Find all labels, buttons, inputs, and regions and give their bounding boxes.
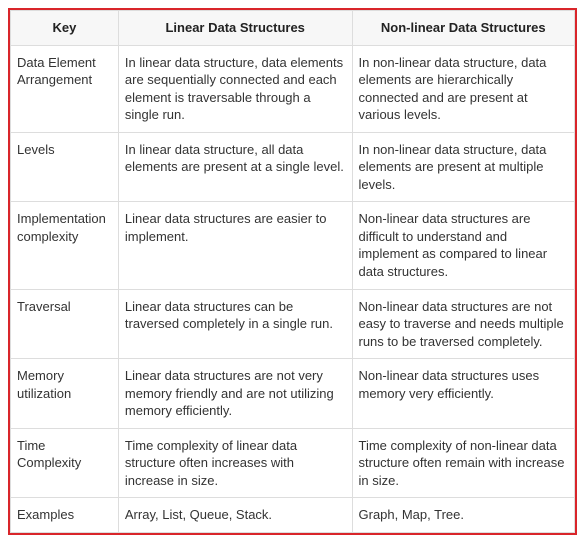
cell-linear: In linear data structure, all data eleme… [118,132,352,202]
table-row: Implementation complexity Linear data st… [11,202,575,289]
table-row: Traversal Linear data structures can be … [11,289,575,359]
cell-nonlinear: Non-linear data structures are not easy … [352,289,575,359]
cell-nonlinear: Non-linear data structures are difficult… [352,202,575,289]
table-row: Examples Array, List, Queue, Stack. Grap… [11,498,575,533]
table-header-row: Key Linear Data Structures Non-linear Da… [11,11,575,46]
cell-nonlinear: In non-linear data structure, data eleme… [352,132,575,202]
cell-nonlinear: In non-linear data structure, data eleme… [352,45,575,132]
cell-key: Time Complexity [11,428,119,498]
cell-key: Memory utilization [11,359,119,429]
table-row: Levels In linear data structure, all dat… [11,132,575,202]
cell-key: Traversal [11,289,119,359]
comparison-table-container: Key Linear Data Structures Non-linear Da… [8,8,577,535]
table-row: Time Complexity Time complexity of linea… [11,428,575,498]
table-row: Data Element Arrangement In linear data … [11,45,575,132]
cell-nonlinear: Non-linear data structures uses memory v… [352,359,575,429]
cell-linear: Array, List, Queue, Stack. [118,498,352,533]
cell-key: Examples [11,498,119,533]
cell-key: Implementation complexity [11,202,119,289]
cell-linear: Linear data structures can be traversed … [118,289,352,359]
header-nonlinear: Non-linear Data Structures [352,11,575,46]
cell-linear: Linear data structures are not very memo… [118,359,352,429]
header-linear: Linear Data Structures [118,11,352,46]
cell-nonlinear: Graph, Map, Tree. [352,498,575,533]
table-row: Memory utilization Linear data structure… [11,359,575,429]
cell-linear: Linear data structures are easier to imp… [118,202,352,289]
cell-nonlinear: Time complexity of non-linear data struc… [352,428,575,498]
cell-key: Levels [11,132,119,202]
header-key: Key [11,11,119,46]
cell-key: Data Element Arrangement [11,45,119,132]
cell-linear: In linear data structure, data elements … [118,45,352,132]
cell-linear: Time complexity of linear data structure… [118,428,352,498]
comparison-table: Key Linear Data Structures Non-linear Da… [10,10,575,533]
